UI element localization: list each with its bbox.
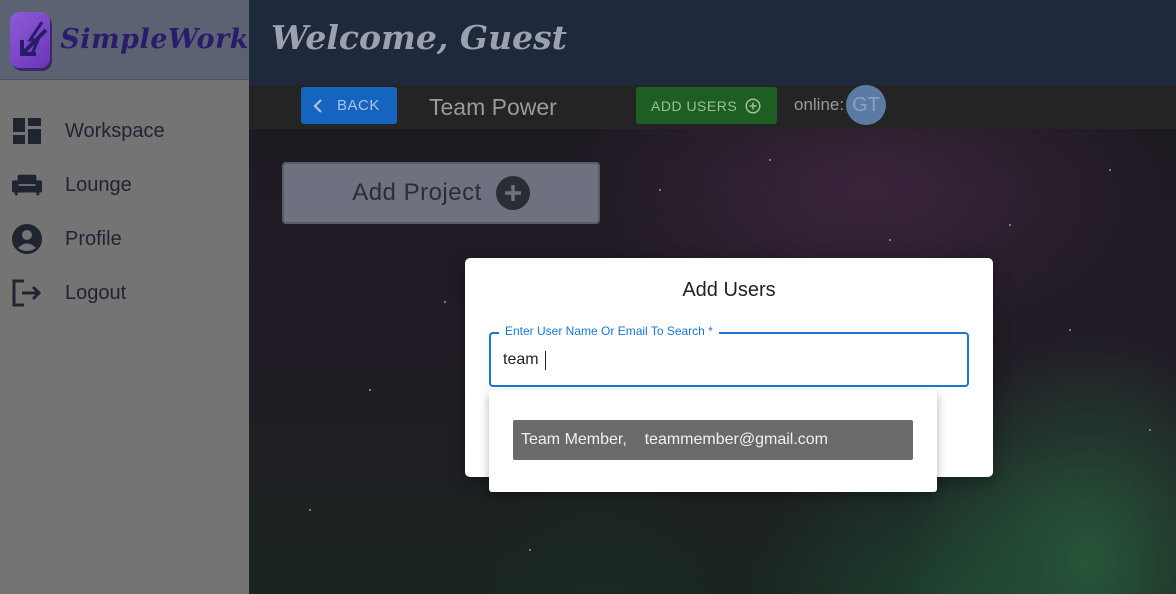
team-toolbar: BACK Team Power ADD USERS online: GT (249, 85, 1176, 129)
chevron-left-icon (313, 98, 322, 113)
star (529, 549, 531, 551)
add-users-button[interactable]: ADD USERS (636, 87, 777, 124)
sidebar-item-label: Logout (65, 281, 127, 304)
brand-name: SimpleWork (60, 24, 249, 55)
star (659, 189, 661, 191)
autocomplete-dropdown: Team Member, teammember@gmail.com (489, 390, 937, 492)
user-search-field[interactable]: Enter User Name Or Email To Search * (489, 324, 969, 387)
star (369, 389, 371, 391)
star (1069, 329, 1071, 331)
header: Welcome, Guest (249, 0, 1176, 85)
avatar-initials: GT (852, 93, 880, 116)
app-logo (10, 11, 51, 68)
team-name: Team Power (429, 94, 557, 120)
add-users-button-label: ADD USERS (651, 97, 738, 114)
sidebar-item-label: Lounge (65, 173, 132, 196)
star (309, 509, 311, 511)
star (1109, 169, 1111, 171)
back-button[interactable]: BACK (301, 87, 397, 124)
brand: SimpleWork (0, 0, 249, 80)
sidebar-item-label: Workspace (65, 119, 165, 142)
star (769, 159, 771, 161)
star (1009, 224, 1011, 226)
autocomplete-option[interactable]: Team Member, teammember@gmail.com (513, 420, 913, 460)
star (889, 239, 891, 241)
add-project-button[interactable]: Add Project (282, 162, 600, 224)
online-label: online: (794, 95, 845, 114)
add-circle-outline-icon (745, 97, 761, 114)
sidebar-item-workspace[interactable]: Workspace (0, 104, 249, 158)
dialog-title: Add Users (682, 279, 776, 301)
account-circle-icon (12, 224, 42, 254)
sidebar-item-lounge[interactable]: Lounge (0, 158, 249, 212)
back-button-label: BACK (337, 97, 380, 114)
star (444, 301, 446, 303)
dashboard-icon (12, 116, 42, 146)
couch-icon (12, 170, 42, 200)
add-circle-icon (495, 176, 530, 210)
logout-icon (12, 278, 42, 308)
sidebar: SimpleWork Workspace Lounge Profile Logo… (0, 0, 249, 594)
sidebar-item-label: Profile (65, 227, 122, 250)
sidebar-item-profile[interactable]: Profile (0, 212, 249, 266)
welcome-title: Welcome, Guest (271, 18, 567, 57)
star (1149, 429, 1151, 431)
sidebar-nav: Workspace Lounge Profile Logout (0, 104, 249, 320)
lightning-arrow-icon (20, 20, 48, 56)
sidebar-item-logout[interactable]: Logout (0, 266, 249, 320)
text-caret (545, 351, 546, 370)
user-search-input[interactable] (503, 334, 953, 385)
avatar[interactable]: GT (846, 85, 886, 125)
add-project-label: Add Project (352, 179, 482, 206)
